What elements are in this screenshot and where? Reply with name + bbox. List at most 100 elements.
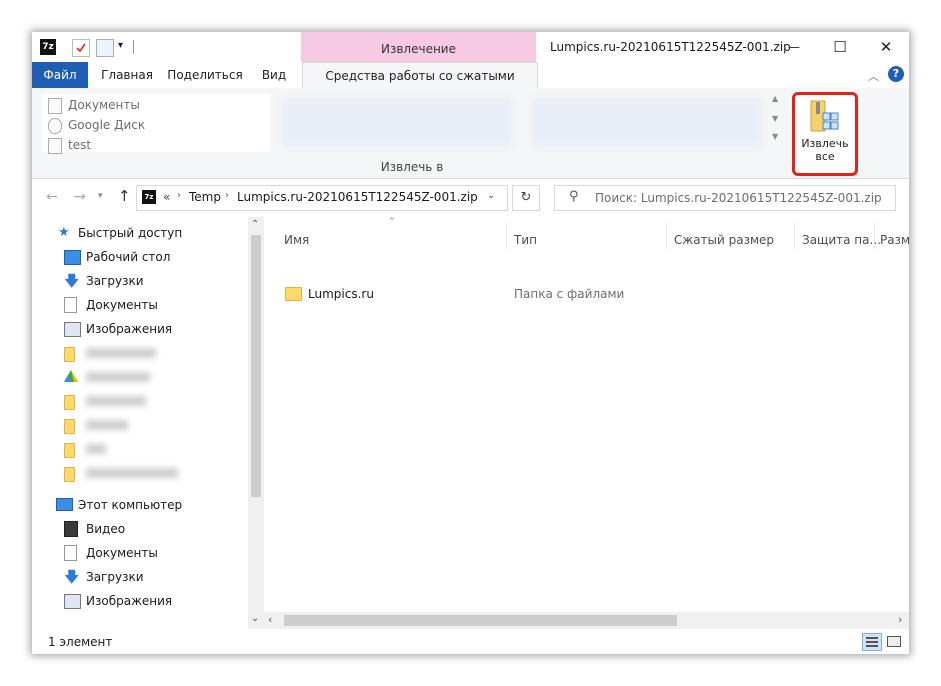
- scroll-right-icon[interactable]: ›: [898, 613, 902, 626]
- nav-blurred-folder[interactable]: [64, 390, 254, 412]
- help-icon[interactable]: ?: [888, 66, 904, 82]
- ribbon-group-label: Извлечь в: [380, 160, 444, 174]
- blurred-label: [86, 396, 146, 406]
- folder-icon: [64, 443, 75, 458]
- status-bar: 1 элемент: [32, 629, 909, 654]
- blurred-label: [86, 444, 106, 454]
- details-view-button[interactable]: [862, 633, 882, 651]
- close-button[interactable]: ✕: [863, 32, 909, 62]
- folder-icon: [64, 467, 75, 482]
- breadcrumb-zip[interactable]: Lumpics.ru-20210615T122545Z-001.zip: [237, 190, 478, 204]
- column-divider[interactable]: [666, 223, 667, 249]
- download-icon: 🡇: [64, 568, 80, 586]
- table-row[interactable]: Lumpics.ru Папка с файлами: [280, 283, 880, 305]
- explorer-window: 7z ▾ Извлечение Lumpics.ru-20210615T1225…: [32, 32, 909, 654]
- destination-label: test: [68, 138, 92, 152]
- back-icon[interactable]: ←: [46, 189, 58, 205]
- minimize-button[interactable]: —: [771, 32, 817, 62]
- details-view-icon: [866, 637, 878, 639]
- column-header-type[interactable]: Тип: [514, 233, 537, 247]
- nav-blurred-folder[interactable]: 📌: [64, 342, 278, 364]
- customize-qat-icon[interactable]: ▾: [118, 40, 123, 51]
- recent-locations-icon[interactable]: ▾: [98, 191, 103, 201]
- up-icon[interactable]: ↑: [118, 187, 131, 205]
- extract-all-label: Извлечь все: [801, 137, 849, 163]
- scroll-up-icon[interactable]: ⌃: [251, 219, 259, 230]
- horizontal-scrollbar[interactable]: ‹ ›: [264, 612, 909, 629]
- destination-documents[interactable]: Документы: [48, 96, 140, 114]
- column-header-compressed-size[interactable]: Сжатый размер: [674, 233, 774, 247]
- title-bar: 7z ▾ Извлечение Lumpics.ru-20210615T1225…: [32, 32, 909, 62]
- tab-file[interactable]: Файл: [32, 62, 88, 88]
- download-icon: 🡇: [64, 272, 80, 290]
- column-header-name[interactable]: Имя: [284, 233, 309, 247]
- nav-label: Изображения: [86, 322, 173, 336]
- tab-compressed-tools[interactable]: Средства работы со сжатыми папками: [302, 62, 538, 109]
- gallery-scroll-down-icon[interactable]: ▼: [772, 114, 778, 123]
- destination-test[interactable]: test: [48, 136, 91, 154]
- computer-icon: [56, 498, 73, 511]
- folder-icon: [64, 419, 75, 434]
- scroll-thumb[interactable]: [284, 615, 677, 626]
- forward-icon[interactable]: →: [74, 189, 86, 205]
- maximize-button[interactable]: ☐: [817, 32, 863, 62]
- breadcrumb-separator-icon: ›: [177, 190, 181, 201]
- nav-blurred-drive[interactable]: 📌: [64, 366, 278, 388]
- tab-home[interactable]: Главная: [92, 62, 162, 88]
- refresh-button[interactable]: ↻: [512, 185, 540, 211]
- new-folder-icon[interactable]: [96, 39, 114, 57]
- address-bar[interactable]: 7z « › Temp › Lumpics.ru-20210615T122545…: [136, 185, 508, 211]
- google-drive-icon: [64, 370, 78, 382]
- destination-google-drive[interactable]: Google Диск: [48, 116, 145, 134]
- destination-label: Документы: [68, 98, 140, 112]
- sort-indicator-icon: ⌃: [388, 217, 396, 227]
- search-box[interactable]: ⚲ Поиск: Lumpics.ru-20210615T122545Z-001…: [554, 185, 896, 211]
- extract-all-button[interactable]: Извлечь все: [792, 92, 858, 176]
- nav-blurred-folder[interactable]: [64, 438, 254, 460]
- navigation-scrollbar[interactable]: ⌃ ⌄: [248, 217, 264, 629]
- scroll-left-icon[interactable]: ‹: [268, 613, 272, 626]
- tab-share[interactable]: Поделиться: [164, 62, 246, 88]
- nav-label: Быстрый доступ: [78, 226, 183, 240]
- gallery-more-icon[interactable]: ▼: [772, 132, 778, 141]
- blurred-label: [86, 348, 156, 358]
- breadcrumb-overflow[interactable]: «: [163, 190, 170, 204]
- nav-blurred-folder[interactable]: [64, 414, 254, 436]
- column-divider[interactable]: [794, 223, 795, 249]
- blurred-destinations: [532, 98, 762, 146]
- nav-blurred-folder[interactable]: [64, 462, 254, 484]
- address-dropdown-icon[interactable]: ⌄: [487, 190, 495, 201]
- folder-icon: [285, 287, 302, 301]
- blurred-label: [86, 372, 150, 382]
- scroll-down-icon[interactable]: ⌄: [251, 613, 259, 624]
- 7zip-icon[interactable]: 7z: [40, 39, 56, 55]
- ribbon-panel: Документы Google Диск test ▲ ▼ ▼ Извлечь…: [32, 88, 909, 179]
- file-name: Lumpics.ru: [308, 287, 374, 301]
- item-count: 1 элемент: [48, 635, 113, 649]
- column-header-protection[interactable]: Защита па...: [802, 233, 881, 247]
- context-tab-extract[interactable]: Извлечение: [301, 32, 536, 62]
- gallery-scroll-up-icon[interactable]: ▲: [772, 94, 778, 103]
- nav-label: Загрузки: [86, 274, 144, 288]
- column-divider[interactable]: [506, 223, 507, 249]
- large-icons-view-button[interactable]: [885, 633, 901, 649]
- file-list: ⌃ Имя Тип Сжатый размер Защита па... Раз…: [264, 217, 909, 629]
- properties-icon[interactable]: [72, 39, 90, 57]
- nav-label: Документы: [86, 546, 158, 560]
- desktop-icon: [64, 250, 81, 265]
- documents-icon: [48, 97, 62, 114]
- breadcrumb-temp[interactable]: Temp: [189, 190, 221, 204]
- zip-location-icon: 7z: [142, 190, 156, 204]
- nav-label: Документы: [86, 298, 158, 312]
- qat-divider: [133, 40, 134, 54]
- destination-label: Google Диск: [68, 118, 146, 132]
- collapse-ribbon-icon[interactable]: ︿: [868, 68, 879, 84]
- blurred-label: [86, 420, 128, 430]
- refresh-icon: ↻: [520, 190, 532, 205]
- tab-view[interactable]: Вид: [254, 62, 294, 88]
- google-drive-icon: [48, 117, 62, 134]
- scroll-thumb[interactable]: [251, 235, 261, 497]
- pictures-icon: [64, 594, 81, 609]
- column-divider[interactable]: [874, 223, 875, 249]
- column-header-size[interactable]: Разм: [880, 233, 909, 247]
